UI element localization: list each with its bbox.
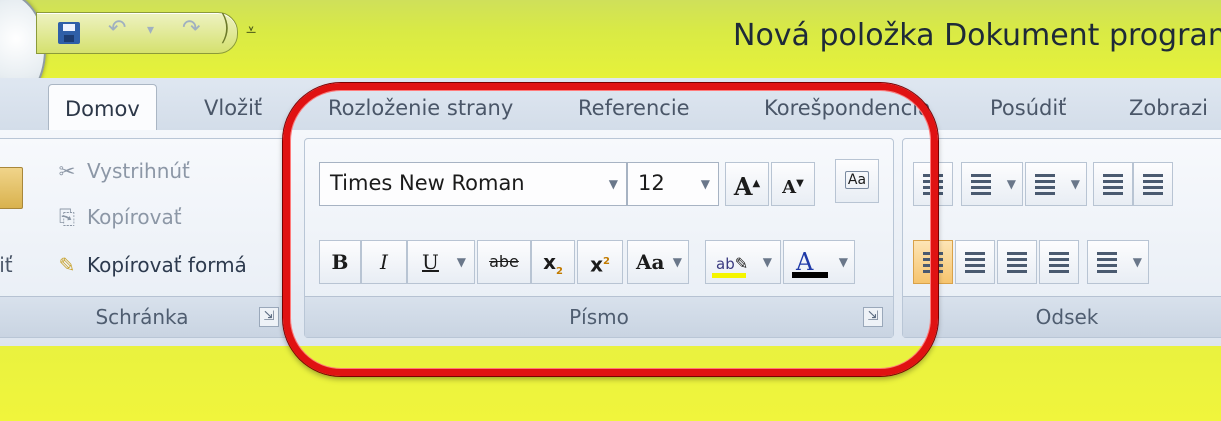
paragraph-group: ▼ ▼ ▼ Odsek — [902, 138, 1221, 338]
redo-icon[interactable]: ↷ — [182, 16, 200, 41]
clipboard-group-label: Schránka — [0, 296, 289, 337]
copy-label: Kopírovať — [87, 205, 182, 229]
justify-icon — [1049, 252, 1069, 274]
decrease-indent-button[interactable] — [1093, 162, 1133, 206]
title-bar: ↶ ▾ ↷ ) ⩡ Nová položka Dokument programu… — [0, 0, 1221, 108]
numbering-button[interactable]: ▼ — [961, 162, 1023, 206]
tab-posudit[interactable]: Posúdiť — [990, 96, 1066, 120]
format-painter-button[interactable]: ✎ Kopírovať formá — [55, 253, 247, 277]
paste-icon[interactable] — [0, 167, 23, 209]
undo-dropdown-icon[interactable]: ▾ — [147, 22, 154, 38]
increase-indent-button[interactable] — [1133, 162, 1173, 206]
scissors-icon: ✂ — [58, 159, 76, 183]
tab-vlozit[interactable]: Vložiť — [204, 96, 262, 120]
paragraph-group-label: Odsek — [903, 296, 1221, 337]
copy-icon: ⎘ — [59, 205, 75, 229]
multilevel-list-button[interactable]: ▼ — [1025, 162, 1087, 206]
align-right-icon — [1007, 252, 1027, 274]
chevron-down-icon[interactable]: ▼ — [1071, 177, 1080, 191]
clipboard-group: oiť ✂ Vystrihnúť ⎘ Kopírovať ✎ Kopírovať fo… — [0, 138, 290, 338]
highlight-frame — [283, 83, 938, 376]
word-ribbon-screenshot: ↶ ▾ ↷ ) ⩡ Nová položka Dokument programu… — [0, 0, 1221, 421]
align-right-button[interactable] — [997, 240, 1037, 284]
cut-label: Vystrihnúť — [87, 159, 190, 183]
increase-indent-icon — [1143, 174, 1163, 196]
decrease-indent-icon — [1103, 174, 1123, 196]
window-title: Nová položka Dokument programu M — [733, 18, 1221, 53]
align-center-icon — [965, 252, 985, 274]
brush-icon: ✎ — [58, 253, 76, 277]
tab-zobrazit[interactable]: Zobrazi — [1129, 96, 1208, 120]
undo-icon[interactable]: ↶ — [108, 16, 126, 41]
qat-bracket: ) — [218, 8, 232, 48]
customize-qat-icon[interactable]: ⩡ — [246, 20, 256, 41]
line-spacing-button[interactable]: ▼ — [1087, 240, 1149, 284]
clipboard-launcher-icon[interactable]: ⇲ — [259, 307, 279, 327]
chevron-down-icon[interactable]: ▼ — [1133, 255, 1142, 269]
multilevel-list-icon — [1035, 174, 1055, 196]
justify-button[interactable] — [1039, 240, 1079, 284]
chevron-down-icon[interactable]: ▼ — [1007, 177, 1016, 191]
tab-domov[interactable]: Domov — [48, 84, 157, 130]
cut-button[interactable]: ✂ Vystrihnúť — [55, 159, 190, 183]
line-spacing-icon — [1097, 252, 1117, 274]
numbering-icon — [971, 174, 991, 196]
save-icon[interactable] — [58, 22, 80, 44]
copy-button[interactable]: ⎘ Kopírovať — [55, 205, 182, 229]
format-painter-label: Kopírovať formá — [87, 253, 247, 277]
paste-button[interactable]: oiť — [0, 253, 13, 277]
align-center-button[interactable] — [955, 240, 995, 284]
